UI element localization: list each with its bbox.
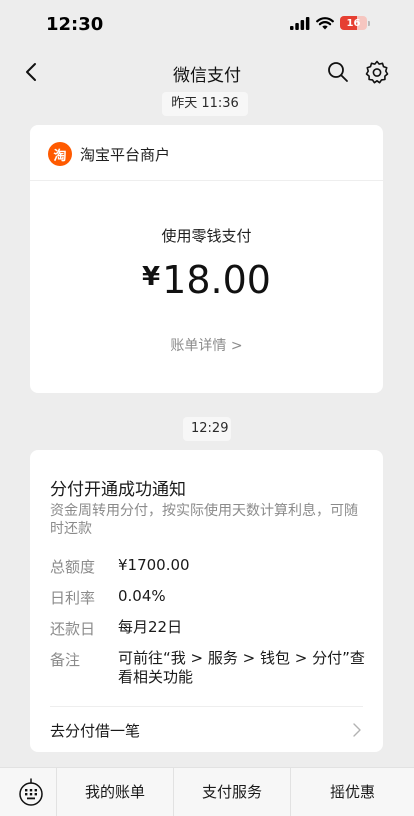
merchant-row: 淘 淘宝平台商户 (30, 125, 383, 181)
amount-value: 18.00 (162, 258, 271, 302)
message-timestamp: 12:29 (183, 417, 231, 441)
keyboard-icon (19, 778, 43, 806)
taobao-logo-icon: 淘 (48, 142, 72, 166)
info-value: 可前往“我 > 服务 > 钱包 > 分付”查看相关功能 (118, 649, 365, 686)
info-value: ¥1700.00 (118, 556, 190, 574)
payment-amount: ¥18.00 (30, 258, 383, 302)
nav-bar: 微信支付 (0, 52, 414, 92)
status-icons: 16 (290, 16, 370, 30)
battery-icon: 16 (340, 16, 367, 30)
notification-description: 资金周转用分付，按实际使用天数计算利息，可随时还款 (50, 503, 358, 537)
search-button[interactable] (326, 60, 350, 84)
notification-title: 分付开通成功通知 (50, 480, 186, 500)
info-label: 还款日 (50, 620, 96, 638)
merchant-name: 淘宝平台商户 (80, 146, 171, 164)
currency-symbol: ¥ (142, 262, 161, 292)
borrow-link[interactable]: 去分付借一笔 (30, 707, 383, 752)
bottom-menu-bar: 我的账单 支付服务 摇优惠 (0, 767, 414, 816)
search-icon (328, 62, 348, 82)
wifi-icon (316, 16, 334, 29)
payment-method: 使用零钱支付 (161, 227, 252, 245)
status-bar: 12:30 16 (0, 0, 414, 48)
menu-my-bills[interactable]: 我的账单 (56, 768, 173, 816)
payment-card[interactable]: 淘 淘宝平台商户 使用零钱支付 ¥18.00 账单详情 > (30, 125, 383, 393)
info-label: 备注 (50, 651, 81, 669)
message-timestamp: 昨天 11:36 (162, 92, 248, 116)
bill-detail-link[interactable]: 账单详情 > (30, 335, 383, 355)
status-time: 12:30 (46, 14, 104, 35)
menu-payment-services[interactable]: 支付服务 (173, 768, 290, 816)
chevron-right-icon (353, 723, 361, 737)
signal-icon (290, 16, 310, 30)
gear-icon (365, 60, 389, 84)
page-title: 微信支付 (173, 66, 241, 86)
info-label: 日利率 (50, 589, 96, 607)
menu-shake-discounts[interactable]: 摇优惠 (290, 768, 414, 816)
info-value: 0.04% (118, 587, 166, 605)
keyboard-toggle-button[interactable] (0, 768, 56, 816)
battery-level: 16 (346, 17, 361, 29)
notification-card[interactable]: 分付开通成功通知 资金周转用分付，按实际使用天数计算利息，可随时还款 总额度 ¥… (30, 450, 383, 752)
settings-button[interactable] (364, 59, 390, 85)
borrow-link-label: 去分付借一笔 (50, 722, 141, 740)
info-value: 每月22日 (118, 618, 183, 636)
info-label: 总额度 (50, 558, 96, 576)
